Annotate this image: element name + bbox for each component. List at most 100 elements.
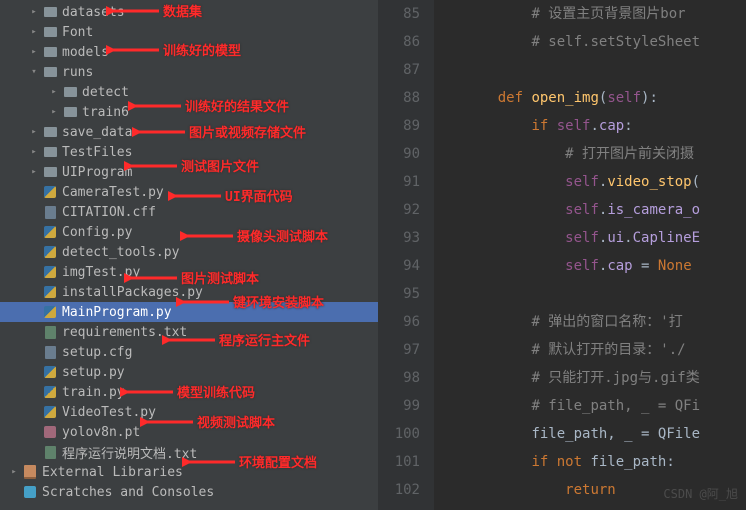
line-number: 100	[378, 420, 420, 448]
tree-row[interactable]: ▸External Libraries	[0, 462, 378, 482]
expand-arrow-icon[interactable]: ▾	[28, 66, 40, 78]
line-gutter: 858687888990919293949596979899100101102	[378, 0, 434, 510]
tree-label: datasets	[62, 5, 125, 20]
tree-row[interactable]: ▾ runs	[0, 62, 378, 82]
tree-row[interactable]: ▸ TestFiles	[0, 142, 378, 162]
tree-label: MainProgram.py	[62, 305, 172, 320]
tree-row[interactable]: ▸models	[0, 42, 378, 62]
code-line[interactable]: # 设置主页背景图片bor	[464, 0, 746, 28]
expand-arrow-icon	[28, 326, 40, 338]
expand-arrow-icon	[28, 346, 40, 358]
code-line[interactable]: self.video_stop(	[464, 168, 746, 196]
code-line[interactable]: # 弹出的窗口名称：'打	[464, 308, 746, 336]
expand-arrow-icon[interactable]: ▸	[28, 26, 40, 38]
tree-label: TestFiles	[62, 145, 132, 160]
code-line[interactable]	[464, 280, 746, 308]
code-line[interactable]: # 只能打开.jpg与.gif类	[464, 364, 746, 392]
expand-arrow-icon[interactable]: ▸	[28, 6, 40, 18]
tree-row[interactable]: installPackages.py	[0, 282, 378, 302]
line-number: 96	[378, 308, 420, 336]
tree-row[interactable]: CameraTest.py	[0, 182, 378, 202]
line-number: 91	[378, 168, 420, 196]
tree-row[interactable]: ▸ train6	[0, 102, 378, 122]
expand-arrow-icon[interactable]: ▸	[28, 126, 40, 138]
tree-label: 程序运行说明文档.txt	[62, 443, 197, 462]
expand-arrow-icon	[28, 406, 40, 418]
code-line[interactable]	[464, 56, 746, 84]
tree-row[interactable]: setup.py	[0, 362, 378, 382]
tree-label: train.py	[62, 385, 125, 400]
code-line[interactable]: # 打开图片前关闭摄	[464, 140, 746, 168]
tree-row[interactable]: Config.py	[0, 222, 378, 242]
folder-icon	[42, 144, 58, 160]
tree-label: train6	[82, 105, 129, 120]
code-line[interactable]: # file_path, _ = QFi	[464, 392, 746, 420]
expand-arrow-icon[interactable]: ▸	[48, 106, 60, 118]
tree-row[interactable]: requirements.txt	[0, 322, 378, 342]
line-number: 93	[378, 224, 420, 252]
tree-row[interactable]: ▸ Font	[0, 22, 378, 42]
py-icon	[42, 264, 58, 280]
pt-icon	[42, 424, 58, 440]
tree-row[interactable]: ▸ datasets	[0, 2, 378, 22]
tree-row[interactable]: MainProgram.py	[0, 302, 378, 322]
project-tree[interactable]: ▸datasets▸Font▸models▾runs▸detect▸train6…	[0, 0, 378, 510]
tree-row[interactable]: train.py	[0, 382, 378, 402]
tree-row[interactable]: detect_tools.py	[0, 242, 378, 262]
tree-label: detect_tools.py	[62, 245, 179, 260]
line-number: 86	[378, 28, 420, 56]
expand-arrow-icon[interactable]: ▸	[28, 46, 40, 58]
expand-arrow-icon	[28, 446, 40, 458]
code-line[interactable]: if not file_path:	[464, 448, 746, 476]
expand-arrow-icon	[28, 366, 40, 378]
code-line[interactable]: def open_img(self):	[464, 84, 746, 112]
tree-row[interactable]: 程序运行说明文档.txt	[0, 442, 378, 462]
code-area[interactable]: # 设置主页背景图片bor # self.setStyleSheet def o…	[434, 0, 746, 510]
code-line[interactable]: if self.cap:	[464, 112, 746, 140]
tree-row[interactable]: CITATION.cff	[0, 202, 378, 222]
expand-arrow-icon	[28, 206, 40, 218]
tree-row[interactable]: VideoTest.py	[0, 402, 378, 422]
code-line[interactable]: # 默认打开的目录：'./	[464, 336, 746, 364]
tree-row[interactable]: setup.cfg	[0, 342, 378, 362]
tree-label: detect	[82, 85, 129, 100]
py-icon	[42, 244, 58, 260]
tree-label: CameraTest.py	[62, 185, 164, 200]
line-number: 94	[378, 252, 420, 280]
code-line[interactable]: self.cap = None	[464, 252, 746, 280]
folder-icon	[42, 24, 58, 40]
code-line[interactable]: self.is_camera_o	[464, 196, 746, 224]
tree-row[interactable]: Scratches and Consoles	[0, 482, 378, 502]
tree-label: CITATION.cff	[62, 205, 156, 220]
expand-arrow-icon[interactable]: ▸	[28, 166, 40, 178]
tree-label: Font	[62, 25, 93, 40]
expand-arrow-icon	[28, 286, 40, 298]
line-number: 101	[378, 448, 420, 476]
py-icon	[42, 224, 58, 240]
code-editor[interactable]: 858687888990919293949596979899100101102 …	[378, 0, 746, 510]
tree-label: requirements.txt	[62, 325, 187, 340]
code-line[interactable]: return	[464, 476, 746, 504]
py-icon	[42, 364, 58, 380]
scratch-icon	[22, 484, 38, 500]
tree-label: installPackages.py	[62, 285, 203, 300]
expand-arrow-icon[interactable]: ▸	[8, 466, 20, 478]
tree-label: runs	[62, 65, 93, 80]
tree-row[interactable]: imgTest.py	[0, 262, 378, 282]
code-line[interactable]: file_path, _ = QFile	[464, 420, 746, 448]
expand-arrow-icon[interactable]: ▸	[28, 146, 40, 158]
line-number: 88	[378, 84, 420, 112]
line-number: 98	[378, 364, 420, 392]
tree-label: imgTest.py	[62, 265, 140, 280]
line-number: 97	[378, 336, 420, 364]
expand-arrow-icon[interactable]: ▸	[48, 86, 60, 98]
tree-row[interactable]: ▸ detect	[0, 82, 378, 102]
tree-row[interactable]: yolov8n.pt	[0, 422, 378, 442]
tree-row[interactable]: ▸save_data	[0, 122, 378, 142]
code-line[interactable]: self.ui.CaplineE	[464, 224, 746, 252]
expand-arrow-icon	[28, 426, 40, 438]
line-number: 99	[378, 392, 420, 420]
tree-label: Config.py	[62, 225, 132, 240]
tree-row[interactable]: ▸UIProgram	[0, 162, 378, 182]
code-line[interactable]: # self.setStyleSheet	[464, 28, 746, 56]
